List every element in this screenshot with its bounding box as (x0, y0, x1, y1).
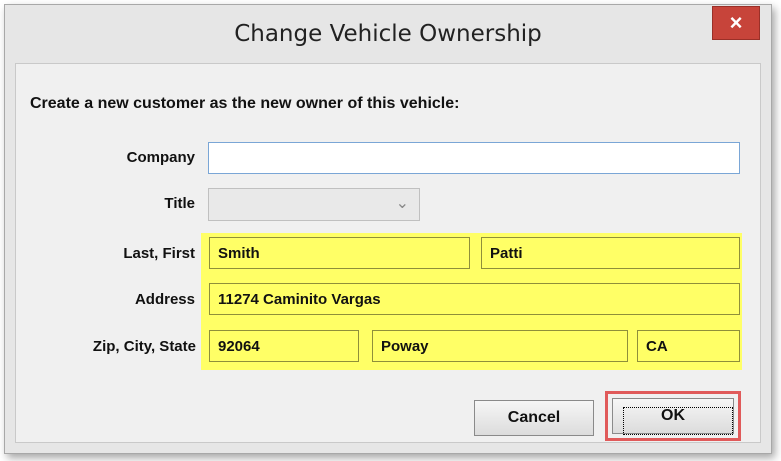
title-label: Title (164, 195, 195, 212)
first-name-input[interactable] (481, 237, 740, 269)
cancel-button[interactable]: Cancel (474, 400, 594, 436)
dialog-window: Change Vehicle Ownership × (4, 4, 772, 454)
window-title: Change Vehicle Ownership (234, 21, 542, 47)
company-label: Company (126, 149, 195, 166)
close-button[interactable]: × (712, 6, 760, 40)
last-first-label: Last, First (123, 245, 195, 262)
title-bar: Change Vehicle Ownership × (5, 5, 771, 63)
ok-button[interactable]: OK (612, 398, 734, 435)
instruction-text: Create a new customer as the new owner o… (30, 95, 460, 112)
address-input[interactable] (209, 283, 740, 315)
chevron-down-icon: ⌄ (395, 195, 409, 212)
ok-button-label: OK (661, 407, 685, 424)
zip-input[interactable] (209, 330, 359, 362)
city-input[interactable] (372, 330, 628, 362)
close-icon: × (729, 10, 743, 35)
state-input[interactable] (637, 330, 740, 362)
address-label: Address (134, 291, 195, 308)
zip-city-state-label: Zip, City, State (92, 338, 196, 355)
company-input[interactable] (208, 142, 740, 174)
last-name-input[interactable] (209, 237, 470, 269)
title-select[interactable]: ⌄ (208, 188, 420, 221)
